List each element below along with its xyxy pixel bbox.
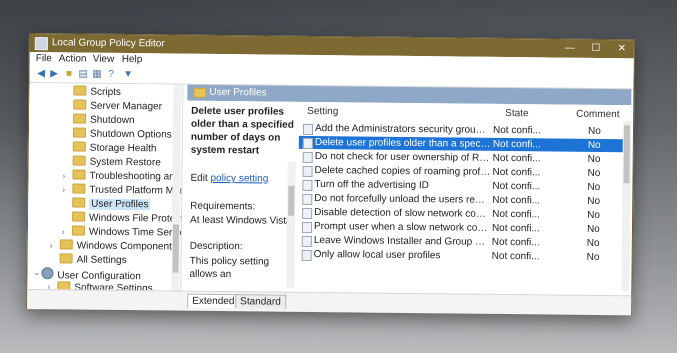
folder-icon <box>59 239 73 250</box>
description-scroll-thumb[interactable] <box>288 185 295 216</box>
folder-icon <box>72 197 86 208</box>
policy-setting-icon <box>302 123 314 135</box>
tree-item-server-manager[interactable]: Server Manager <box>73 99 162 113</box>
minimize-button[interactable]: — <box>560 42 580 56</box>
navigation-tree: Scripts Server Manager Shutdown Shutdown… <box>27 83 184 291</box>
tree-item-scripts[interactable]: Scripts <box>73 85 121 98</box>
folder-icon <box>72 169 86 180</box>
edit-prefix: Edit <box>190 172 208 184</box>
policy-setting-icon <box>302 193 313 205</box>
tree-item-user-profiles[interactable]: User Profiles <box>72 197 151 211</box>
gpedit-window: Local Group Policy Editor — ☐ ✕ File Act… <box>26 33 635 316</box>
tree-item-shutdown[interactable]: Shutdown <box>73 113 135 127</box>
description-scrollbar[interactable] <box>286 161 296 288</box>
column-comment[interactable]: Comment <box>576 109 619 120</box>
tree-item-trusted-platform[interactable]: Trusted Platform Modu <box>72 183 183 197</box>
tree-item-system-restore[interactable]: System Restore <box>72 155 161 169</box>
table-row[interactable]: Only allow local user profiles Not confi.… <box>298 248 622 264</box>
policy-setting-icon <box>302 165 313 177</box>
folder-icon <box>59 253 73 264</box>
folder-icon <box>193 87 207 98</box>
menu-file[interactable]: File <box>36 53 52 64</box>
tab-standard[interactable]: Standard <box>235 294 286 309</box>
policy-setting-icon <box>302 137 313 149</box>
tree-item-user-configuration[interactable]: User Configuration <box>41 267 141 282</box>
edit-line: Edit policy setting <box>190 173 268 185</box>
menu-view[interactable]: View <box>93 54 115 65</box>
expand-caret-icon[interactable]: › <box>62 185 65 194</box>
filter-icon[interactable]: ▼ <box>123 69 134 80</box>
tree-scroll-thumb[interactable] <box>172 224 180 273</box>
folder-icon <box>72 183 86 194</box>
policy-setting-icon <box>301 221 313 233</box>
menu-help[interactable]: Help <box>122 54 143 65</box>
app-icon <box>34 37 48 51</box>
category-title: User Profiles <box>209 86 267 99</box>
column-state[interactable]: State <box>505 108 528 119</box>
folder-icon <box>72 211 86 222</box>
show-hide-tree-icon[interactable]: ▤ <box>78 69 89 80</box>
policy-setting-icon <box>301 235 312 247</box>
settings-scrollbar[interactable] <box>621 121 632 292</box>
close-button[interactable]: ✕ <box>612 42 632 56</box>
policy-setting-icon <box>301 249 312 261</box>
folder-icon <box>72 155 86 166</box>
menu-action[interactable]: Action <box>59 53 87 64</box>
edit-policy-link[interactable]: policy setting <box>210 173 268 185</box>
expand-caret-icon[interactable]: › <box>62 171 65 180</box>
folder-up-icon[interactable]: ■ <box>64 68 75 79</box>
tree-item-windows-file-protection[interactable]: Windows File Protectio <box>72 211 183 225</box>
user-config-icon <box>41 267 54 280</box>
tree-item-windows-components[interactable]: Windows Components <box>59 239 177 253</box>
folder-icon <box>73 113 87 124</box>
policy-setting-icon <box>302 207 313 219</box>
column-setting[interactable]: Setting <box>307 106 338 117</box>
window-title: Local Group Policy Editor <box>51 37 165 50</box>
expand-caret-icon[interactable]: › <box>50 241 53 250</box>
expand-caret-icon[interactable]: › <box>62 227 65 236</box>
tree-item-troubleshooting[interactable]: Troubleshooting and Di <box>72 169 183 183</box>
policy-setting-icon <box>302 179 313 191</box>
folder-icon <box>71 225 85 236</box>
properties-icon[interactable]: ▦ <box>92 69 103 80</box>
back-arrow-icon[interactable]: ◀ <box>36 68 47 79</box>
description-panel: Delete user profiles older than a specif… <box>185 100 298 288</box>
tree-scrollbar[interactable] <box>171 84 182 291</box>
tree-item-storage-health[interactable]: Storage Health <box>72 141 157 155</box>
help-icon[interactable]: ? <box>106 69 117 80</box>
collapse-caret-icon[interactable]: ⌄ <box>33 268 40 277</box>
folder-icon <box>73 85 87 96</box>
tree-item-shutdown-options[interactable]: Shutdown Options <box>72 127 172 141</box>
tree-item-all-settings[interactable]: All Settings <box>59 253 127 267</box>
details-pane: User Profiles Delete user profiles older… <box>185 84 632 296</box>
folder-icon <box>72 141 86 152</box>
description-text: This policy setting allows an <box>189 255 270 281</box>
folder-icon <box>73 99 87 110</box>
tab-extended[interactable]: Extended <box>187 293 240 309</box>
requirements-label: Requirements: <box>190 200 256 213</box>
settings-list: Setting State Comment Add the Administra… <box>297 101 632 292</box>
requirements-value: At least Windows Vista <box>189 214 292 227</box>
policy-setting-icon <box>302 151 313 163</box>
forward-arrow-icon[interactable]: ▶ <box>49 68 60 79</box>
policy-title: Delete user profiles older than a specif… <box>190 105 294 157</box>
maximize-button[interactable]: ☐ <box>586 42 606 56</box>
settings-scroll-thumb[interactable] <box>623 125 631 184</box>
folder-icon <box>72 127 87 138</box>
tree-item-windows-time-service[interactable]: Windows Time Service <box>71 225 183 239</box>
description-label: Description: <box>189 240 243 253</box>
